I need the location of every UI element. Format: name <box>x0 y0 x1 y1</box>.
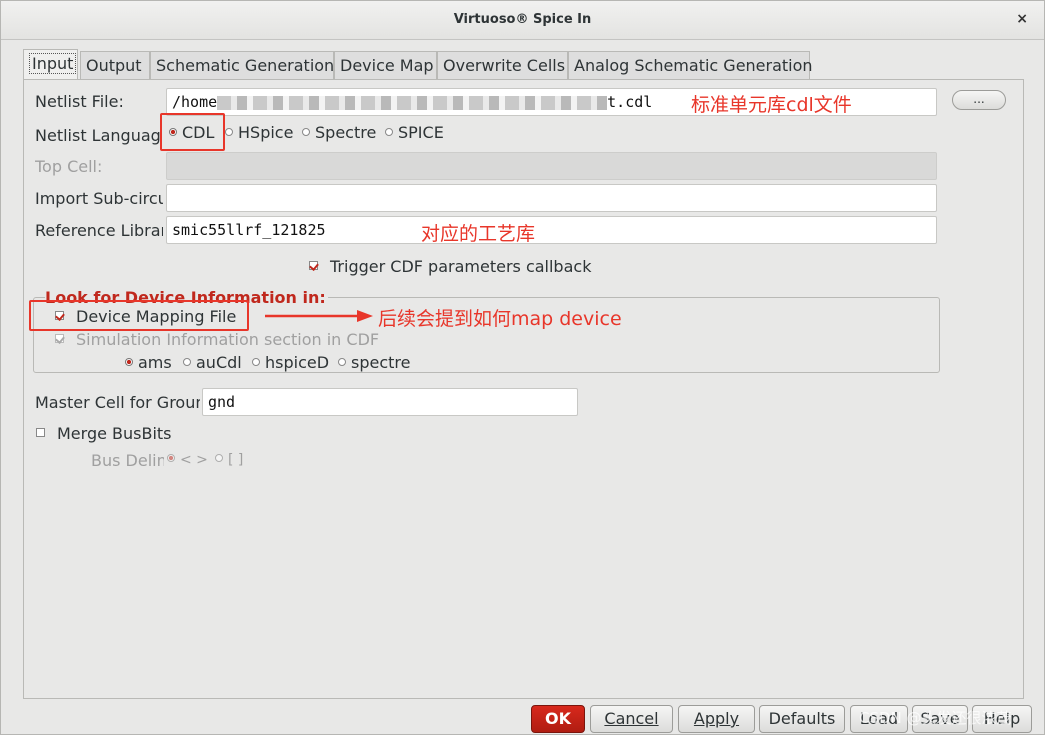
tab-analog-schematic-generation[interactable]: Analog Schematic Generation <box>568 51 813 80</box>
import-subcircuit-label: Import Sub-circu <box>35 189 163 208</box>
defaults-button[interactable]: Defaults <box>759 705 845 733</box>
device-mapping-highlight-box <box>29 300 249 331</box>
simulator-hspiced-radio[interactable]: hspiceD <box>252 353 329 372</box>
tab-device-map[interactable]: Device Map <box>334 51 437 80</box>
bus-delim-label: Bus Delim <box>91 451 164 470</box>
top-cell-label: Top Cell: <box>35 157 103 176</box>
reference-library-label: Reference Librar <box>35 221 163 240</box>
spice-in-dialog: Virtuoso® Spice In × Input Output Schema… <box>0 0 1045 735</box>
netlist-language-label: Netlist Language <box>35 126 162 145</box>
trigger-cdf-checkbox[interactable]: Trigger CDF parameters callback <box>309 257 591 276</box>
cancel-button[interactable]: Cancel <box>590 705 673 733</box>
top-cell-field <box>166 152 937 180</box>
master-cell-field[interactable]: gnd <box>202 388 578 416</box>
tab-output[interactable]: Output <box>80 51 150 80</box>
language-spice-radio[interactable]: SPICE <box>385 123 444 142</box>
close-icon[interactable]: × <box>1016 11 1028 27</box>
reference-annotation: 对应的工艺库 <box>421 223 536 245</box>
watermark: CSDN @头发还很浓茂 <box>859 709 1012 727</box>
device-annotation: 后续会提到如何map device <box>378 308 622 330</box>
import-subcircuit-field[interactable] <box>166 184 937 212</box>
reference-library-field[interactable]: smic55llrf_121825 <box>166 216 937 244</box>
redacted-path <box>217 95 608 110</box>
simulator-aucdl-radio[interactable]: auCdl <box>183 353 242 372</box>
merge-busbits-checkbox[interactable]: Merge BusBits <box>36 424 172 443</box>
simulator-spectre-radio[interactable]: spectre <box>338 353 410 372</box>
window-title: Virtuoso® Spice In <box>453 12 592 27</box>
browse-button[interactable]: ... <box>952 90 1006 110</box>
master-cell-label: Master Cell for Groun <box>35 393 200 412</box>
cdl-highlight-box <box>160 113 225 151</box>
ok-button[interactable]: OK <box>531 705 585 733</box>
tab-input[interactable]: Input <box>23 49 78 80</box>
language-hspice-radio[interactable]: HSpice <box>225 123 293 142</box>
bus-delim-angle-radio: < > <box>167 452 208 468</box>
bus-delim-square-radio: [ ] <box>215 452 243 468</box>
netlist-annotation: 标准单元库cdl文件 <box>691 94 852 116</box>
arrow-right-icon <box>265 310 373 322</box>
language-spectre-radio[interactable]: Spectre <box>302 123 376 142</box>
simulation-info-checkbox: Simulation Information section in CDF <box>55 330 379 349</box>
netlist-file-label: Netlist File: <box>35 92 124 111</box>
tab-overwrite-cells[interactable]: Overwrite Cells <box>437 51 568 80</box>
simulator-ams-radio[interactable]: ams <box>125 353 172 372</box>
title-bar[interactable]: Virtuoso® Spice In × <box>1 1 1044 40</box>
apply-button[interactable]: Apply <box>678 705 755 733</box>
tab-schematic-generation[interactable]: Schematic Generation <box>150 51 334 80</box>
